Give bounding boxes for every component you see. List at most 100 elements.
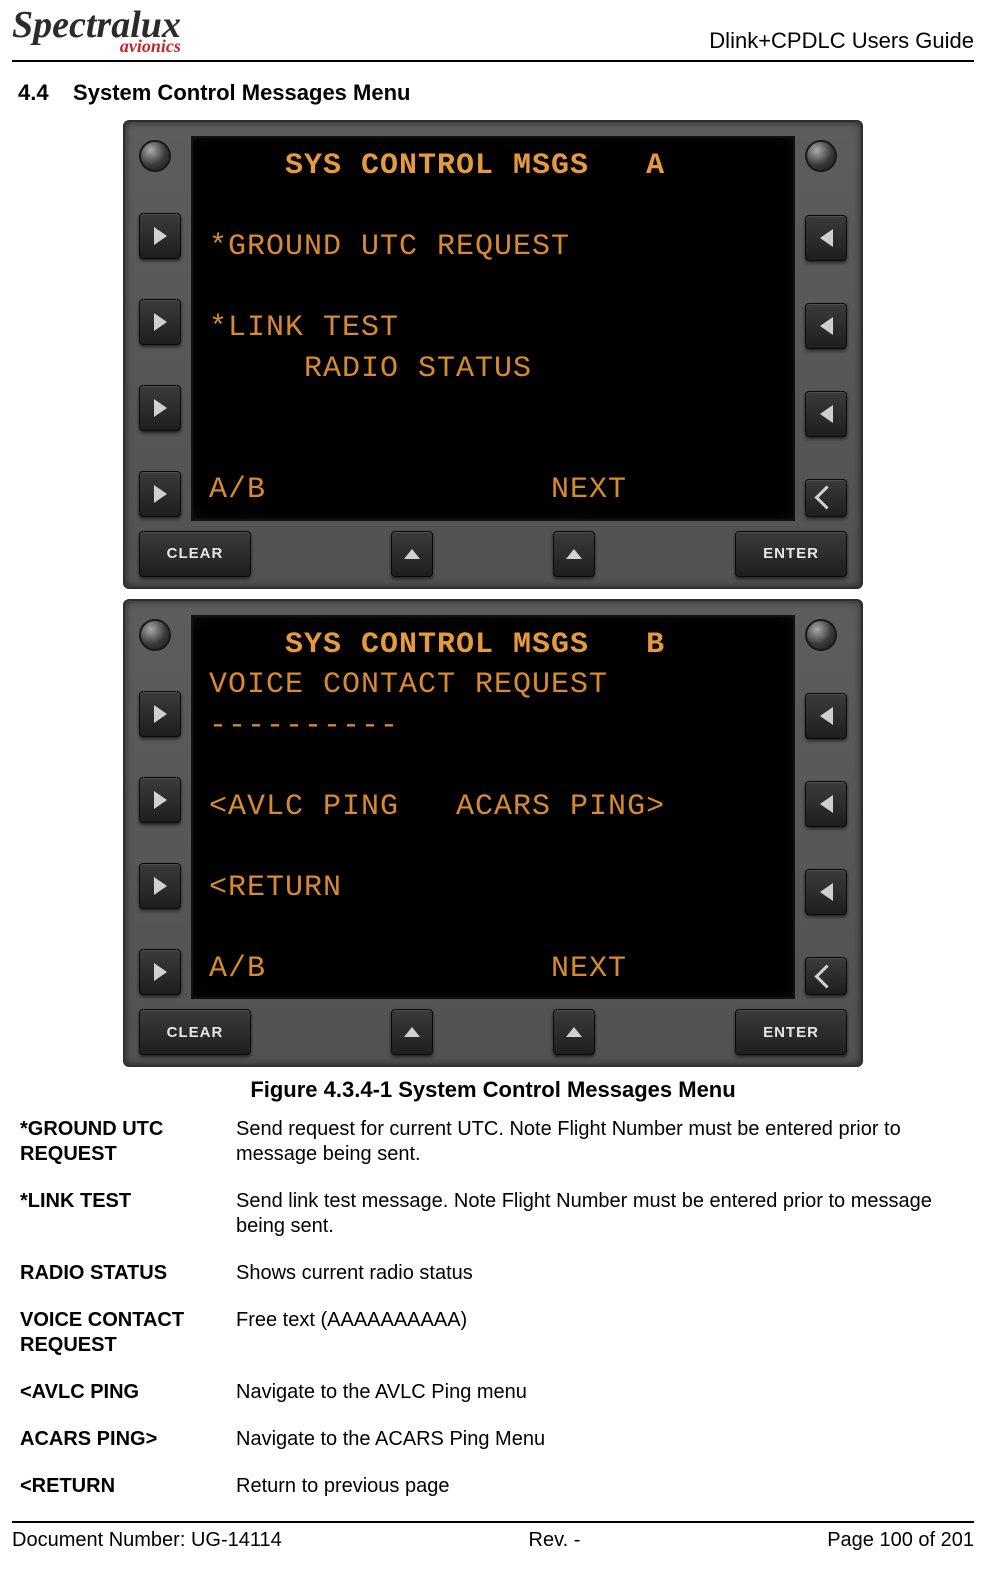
definition-desc: Send request for current UTC. Note Fligh…	[236, 1117, 966, 1167]
triangle-up-icon	[566, 1027, 582, 1037]
clear-label: CLEAR	[167, 545, 224, 562]
triangle-right-icon	[154, 399, 167, 417]
screen-b-line-4: <AVLC PING ACARS PING>	[209, 790, 665, 824]
triangle-left-icon	[820, 883, 833, 901]
enter-button[interactable]: ENTER	[735, 531, 847, 577]
clear-button[interactable]: CLEAR	[139, 1009, 251, 1055]
definition-term: <AVLC PING	[20, 1380, 220, 1405]
triangle-right-icon	[154, 313, 167, 331]
triangle-right-icon	[154, 227, 167, 245]
section-title: System Control Messages Menu	[73, 80, 410, 105]
definition-term: *LINK TEST	[20, 1189, 220, 1239]
triangle-right-icon	[154, 485, 167, 503]
left-side-controls	[139, 615, 181, 1000]
definition-row: VOICE CONTACT REQUEST Free text (AAAAAAA…	[20, 1308, 966, 1358]
lsk-r1[interactable]	[805, 215, 847, 261]
lsk-r4[interactable]	[805, 957, 847, 995]
knob-icon[interactable]	[139, 619, 171, 651]
footer-docnum: Document Number: UG-14114	[12, 1529, 282, 1552]
screen-b-line-1: VOICE CONTACT REQUEST	[209, 668, 608, 702]
definition-desc: Navigate to the ACARS Ping Menu	[236, 1427, 966, 1452]
chevron-left-icon	[814, 964, 838, 988]
display-unit-a: SYS CONTROL MSGS A *GROUND UTC REQUEST *…	[123, 120, 863, 589]
triangle-up-icon	[404, 549, 420, 559]
lsk-r3[interactable]	[805, 391, 847, 437]
figure-caption: Figure 4.3.4-1 System Control Messages M…	[12, 1077, 974, 1103]
screen-b-title: SYS CONTROL MSGS B	[209, 628, 665, 662]
definition-term: <RETURN	[20, 1474, 220, 1499]
triangle-left-icon	[820, 317, 833, 335]
page-footer: Document Number: UG-14114 Rev. - Page 10…	[12, 1521, 974, 1552]
definitions-list: *GROUND UTC REQUEST Send request for cur…	[20, 1117, 966, 1499]
lsk-r2[interactable]	[805, 781, 847, 827]
right-side-controls	[805, 136, 847, 521]
enter-label: ENTER	[763, 1024, 819, 1041]
definition-row: <RETURN Return to previous page	[20, 1474, 966, 1499]
triangle-up-icon	[404, 1027, 420, 1037]
page-header: Spectralux avionics Dlink+CPDLC Users Gu…	[12, 8, 974, 62]
screen-a-line-8: A/B NEXT	[209, 473, 627, 507]
definition-row: *LINK TEST Send link test message. Note …	[20, 1189, 966, 1239]
footer-rev: Rev. -	[529, 1529, 581, 1552]
screen-b-line-6: <RETURN	[209, 871, 342, 905]
lsk-l1[interactable]	[139, 691, 181, 737]
lsk-l3[interactable]	[139, 385, 181, 431]
up-button-2[interactable]	[553, 531, 595, 577]
lsk-l1[interactable]	[139, 213, 181, 259]
lsk-r3[interactable]	[805, 869, 847, 915]
screen-a: SYS CONTROL MSGS A *GROUND UTC REQUEST *…	[191, 136, 795, 521]
up-button-2[interactable]	[553, 1009, 595, 1055]
logo: Spectralux avionics	[12, 8, 181, 54]
definition-row: <AVLC PING Navigate to the AVLC Ping men…	[20, 1380, 966, 1405]
knob-icon[interactable]	[805, 619, 837, 651]
lsk-r2[interactable]	[805, 303, 847, 349]
screen-a-line-5: RADIO STATUS	[209, 352, 532, 386]
triangle-right-icon	[154, 705, 167, 723]
logo-sub: avionics	[120, 38, 181, 54]
footer-page: Page 100 of 201	[827, 1529, 974, 1552]
chevron-left-icon	[814, 486, 838, 510]
lsk-l2[interactable]	[139, 777, 181, 823]
triangle-right-icon	[154, 877, 167, 895]
up-button-1[interactable]	[391, 1009, 433, 1055]
definition-desc: Return to previous page	[236, 1474, 966, 1499]
section-number: 4.4	[18, 80, 49, 105]
screen-b-line-2: ----------	[209, 709, 399, 743]
enter-button[interactable]: ENTER	[735, 1009, 847, 1055]
definition-term: RADIO STATUS	[20, 1261, 220, 1286]
doc-title: Dlink+CPDLC Users Guide	[709, 28, 974, 54]
definition-desc: Send link test message. Note Flight Numb…	[236, 1189, 966, 1239]
triangle-left-icon	[820, 229, 833, 247]
up-button-1[interactable]	[391, 531, 433, 577]
screen-a-line-4: *LINK TEST	[209, 311, 399, 345]
triangle-up-icon	[566, 549, 582, 559]
definition-desc: Free text (AAAAAAAAAA)	[236, 1308, 966, 1358]
definition-term: *GROUND UTC REQUEST	[20, 1117, 220, 1167]
lsk-l4[interactable]	[139, 949, 181, 995]
definition-term: VOICE CONTACT REQUEST	[20, 1308, 220, 1358]
right-side-controls	[805, 615, 847, 1000]
definition-row: ACARS PING> Navigate to the ACARS Ping M…	[20, 1427, 966, 1452]
lsk-l4[interactable]	[139, 471, 181, 517]
knob-icon[interactable]	[805, 140, 837, 172]
knob-icon[interactable]	[139, 140, 171, 172]
lsk-l2[interactable]	[139, 299, 181, 345]
triangle-left-icon	[820, 405, 833, 423]
clear-button[interactable]: CLEAR	[139, 531, 251, 577]
lsk-r1[interactable]	[805, 693, 847, 739]
enter-label: ENTER	[763, 545, 819, 562]
triangle-right-icon	[154, 963, 167, 981]
definition-row: *GROUND UTC REQUEST Send request for cur…	[20, 1117, 966, 1167]
definition-desc: Navigate to the AVLC Ping menu	[236, 1380, 966, 1405]
lsk-r4[interactable]	[805, 479, 847, 517]
screen-a-line-2: *GROUND UTC REQUEST	[209, 230, 570, 264]
triangle-left-icon	[820, 795, 833, 813]
left-side-controls	[139, 136, 181, 521]
lsk-l3[interactable]	[139, 863, 181, 909]
definition-desc: Shows current radio status	[236, 1261, 966, 1286]
triangle-right-icon	[154, 791, 167, 809]
triangle-left-icon	[820, 707, 833, 725]
section-heading: 4.4 System Control Messages Menu	[18, 80, 974, 106]
screen-b: SYS CONTROL MSGS B VOICE CONTACT REQUEST…	[191, 615, 795, 1000]
screen-b-line-8: A/B NEXT	[209, 952, 627, 986]
